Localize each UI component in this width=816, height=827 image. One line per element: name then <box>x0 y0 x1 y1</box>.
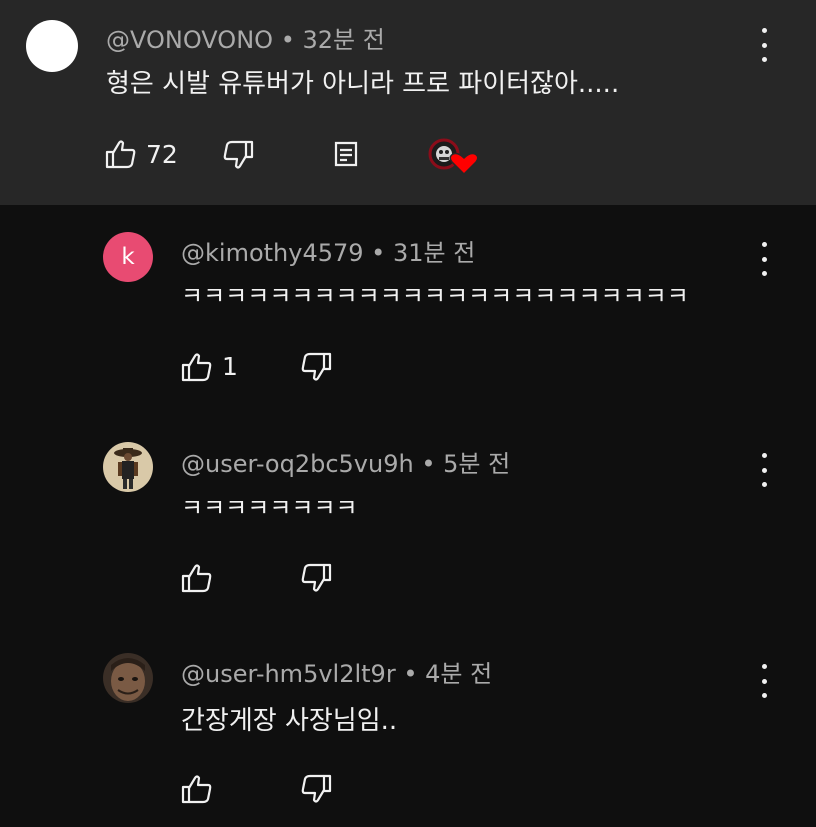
comment-time: 31분 전 <box>392 239 476 267</box>
more-actions-icon[interactable] <box>754 28 774 62</box>
like-icon[interactable] <box>181 563 213 593</box>
like-icon[interactable] <box>181 774 213 804</box>
avatar[interactable] <box>103 442 153 492</box>
creator-heart-icon <box>428 138 478 176</box>
meta-separator: • <box>280 26 295 54</box>
dislike-icon[interactable] <box>300 352 332 382</box>
avatar[interactable] <box>26 20 78 72</box>
like-count: 72 <box>146 140 178 169</box>
comment-time: 4분 전 <box>425 660 493 688</box>
comment-author[interactable]: @VONOVONO <box>106 26 273 54</box>
more-actions-icon[interactable] <box>754 664 774 698</box>
like-count: 1 <box>222 352 238 381</box>
avatar-letter: k <box>121 244 135 270</box>
comment-time: 5분 전 <box>443 450 511 478</box>
comment-meta: @VONOVONO • 32분 전 <box>106 20 385 55</box>
dislike-icon[interactable] <box>222 140 254 170</box>
comment-author[interactable]: @kimothy4579 <box>181 239 364 267</box>
comment-author[interactable]: @user-oq2bc5vu9h <box>181 450 414 478</box>
more-actions-icon[interactable] <box>754 242 774 276</box>
avatar[interactable]: k <box>103 232 153 282</box>
avatar[interactable] <box>103 653 153 703</box>
comment-text: 형은 시발 유튜버가 아니라 프로 파이터잖아..... <box>106 69 620 99</box>
comment-text: 간장게장 사장님임.. <box>181 706 398 736</box>
comment-text: ㅋㅋㅋㅋㅋㅋㅋㅋ <box>181 494 358 522</box>
meta-separator: • <box>421 450 436 478</box>
dislike-icon[interactable] <box>300 563 332 593</box>
like-icon[interactable] <box>181 352 213 382</box>
comment-meta: @user-oq2bc5vu9h • 5분 전 <box>181 444 510 479</box>
comment-time: 32분 전 <box>302 26 385 54</box>
comment-text: ㅋㅋㅋㅋㅋㅋㅋㅋㅋㅋㅋㅋㅋㅋㅋㅋㅋㅋㅋㅋㅋㅋㅋ <box>181 282 689 310</box>
meta-separator: • <box>371 239 386 267</box>
comment-meta: @user-hm5vl2lt9r • 4분 전 <box>181 654 492 689</box>
dislike-icon[interactable] <box>300 774 332 804</box>
comment-meta: @kimothy4579 • 31분 전 <box>181 233 475 268</box>
meta-separator: • <box>403 660 418 688</box>
reply-icon[interactable] <box>333 140 359 168</box>
comment-author[interactable]: @user-hm5vl2lt9r <box>181 660 396 688</box>
more-actions-icon[interactable] <box>754 453 774 487</box>
like-icon[interactable] <box>105 139 137 169</box>
